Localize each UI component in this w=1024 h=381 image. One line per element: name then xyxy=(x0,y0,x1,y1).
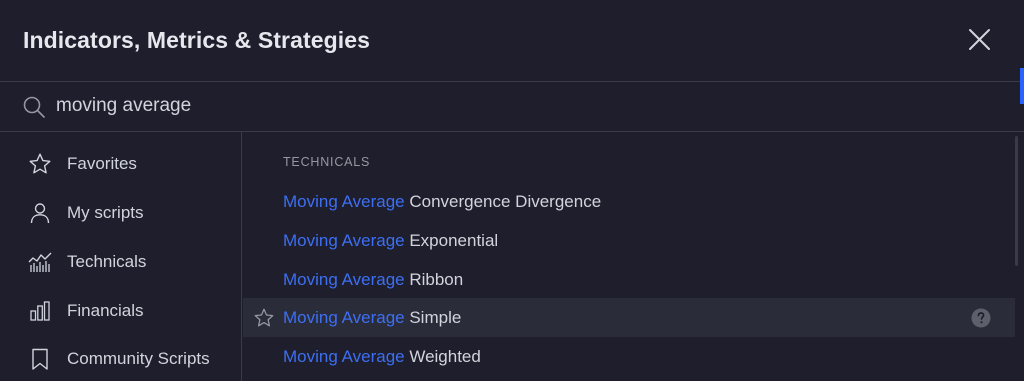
sidebar-item-financials[interactable]: Financials xyxy=(0,289,241,333)
result-rest-text: Convergence Divergence xyxy=(404,192,602,211)
dialog-header: Indicators, Metrics & Strategies xyxy=(0,0,1024,82)
list-item[interactable]: Moving Average Exponential xyxy=(243,221,1015,260)
scroll-accent xyxy=(1020,68,1024,104)
close-icon xyxy=(969,29,990,50)
dialog-title: Indicators, Metrics & Strategies xyxy=(23,27,371,53)
result-rest-text: Exponential xyxy=(404,231,499,250)
sidebar-item-favorites[interactable]: Favorites xyxy=(0,142,241,186)
category-sidebar: Favorites My scripts Technicals Financia… xyxy=(0,132,242,381)
section-title: TECHNICALS xyxy=(283,155,371,169)
search-input[interactable] xyxy=(56,92,756,120)
bookmark-icon xyxy=(32,348,48,370)
bar-chart-icon xyxy=(30,301,50,321)
match-text: Moving Average xyxy=(283,270,405,289)
sidebar-item-label: Favorites xyxy=(67,154,137,173)
sidebar-item-my-scripts[interactable]: My scripts xyxy=(0,191,241,235)
result-label: Moving Average Ribbon xyxy=(283,270,463,290)
sidebar-item-label: Community Scripts xyxy=(67,349,210,368)
sidebar-item-community-scripts[interactable]: Community Scripts xyxy=(0,337,241,381)
user-icon xyxy=(30,203,50,224)
result-rest-text: Weighted xyxy=(404,347,481,366)
sidebar-item-label: Financials xyxy=(67,301,144,320)
results-scrollbar[interactable] xyxy=(1015,132,1019,381)
technicals-chart-icon xyxy=(28,252,52,272)
result-label: Moving Average Weighted xyxy=(283,347,481,367)
search-bar xyxy=(0,82,1024,132)
star-icon[interactable] xyxy=(253,307,275,329)
sidebar-item-label: Technicals xyxy=(67,252,147,271)
indicators-dialog: Indicators, Metrics & Strategies Favorit… xyxy=(0,0,1024,381)
result-label: Moving Average Exponential xyxy=(283,231,498,251)
result-label: Moving Average Convergence Divergence xyxy=(283,192,601,212)
list-item[interactable]: Moving Average Simple xyxy=(243,298,1015,337)
list-item[interactable]: Moving Average Convergence Divergence xyxy=(243,182,1015,221)
help-icon[interactable] xyxy=(971,308,991,328)
match-text: Moving Average xyxy=(283,231,405,250)
match-text: Moving Average xyxy=(283,308,405,327)
match-text: Moving Average xyxy=(283,192,405,211)
close-button[interactable] xyxy=(962,22,998,58)
search-icon xyxy=(23,96,45,118)
sidebar-item-label: My scripts xyxy=(67,203,144,222)
scroll-thumb[interactable] xyxy=(1015,136,1018,266)
star-icon xyxy=(29,153,51,174)
result-rest-text: Simple xyxy=(404,308,462,327)
result-label: Moving Average Simple xyxy=(283,308,461,328)
sidebar-item-technicals[interactable]: Technicals xyxy=(0,240,241,284)
results-panel: TECHNICALS Moving Average Convergence Di… xyxy=(243,132,1015,381)
result-rest-text: Ribbon xyxy=(404,270,464,289)
list-item[interactable]: Moving Average Weighted xyxy=(243,337,1015,376)
list-item[interactable]: Moving Average Ribbon xyxy=(243,260,1015,299)
match-text: Moving Average xyxy=(283,347,405,366)
